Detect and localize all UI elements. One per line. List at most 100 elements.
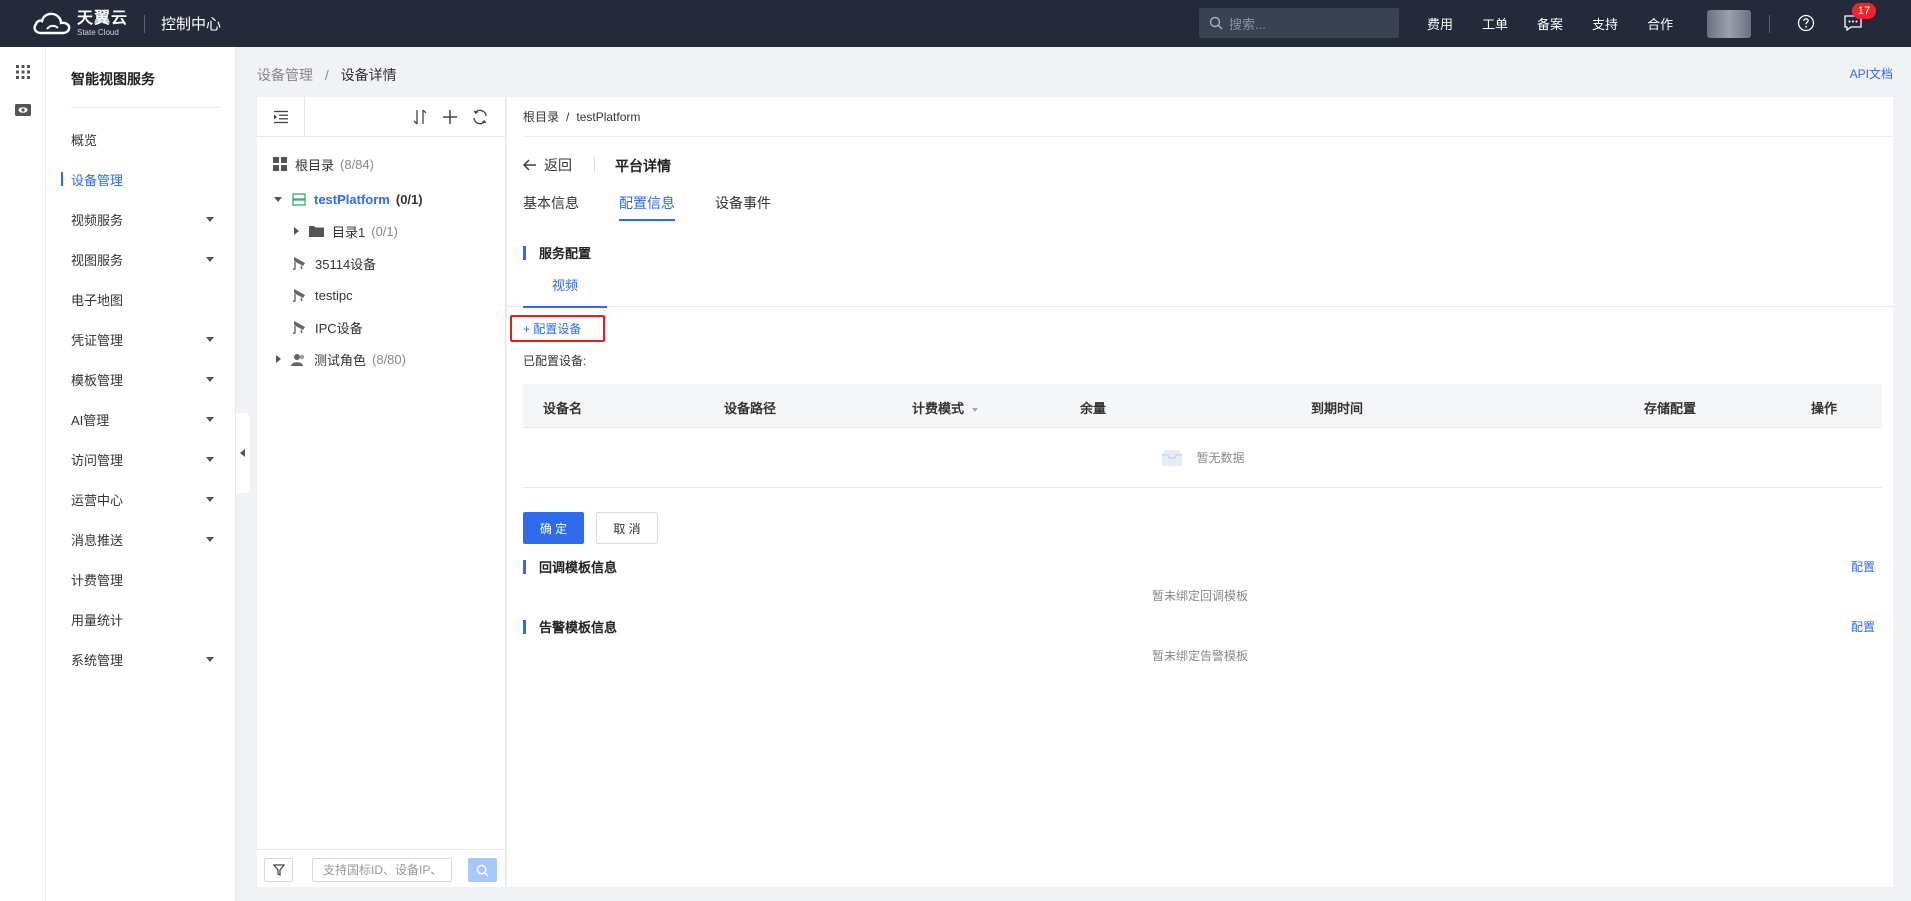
tree-node-testipc[interactable]: testipc: [292, 283, 353, 307]
tree-node-testplatform[interactable]: testPlatform (0/1): [274, 187, 423, 211]
search-icon: [476, 864, 489, 877]
user-avatar[interactable]: [1707, 10, 1751, 38]
expand-right-icon[interactable]: [294, 227, 299, 235]
refresh-icon[interactable]: [471, 108, 489, 126]
tree-node-directory1[interactable]: 目录1 (0/1): [294, 219, 398, 243]
caret-down-icon: [206, 537, 214, 542]
camera-icon: [292, 320, 307, 334]
caret-down-icon: [206, 377, 214, 382]
camera-icon: [292, 288, 307, 302]
tree-search-input[interactable]: [312, 858, 452, 882]
tree-node-count: (0/1): [395, 191, 423, 207]
sidebar-item-templates[interactable]: 模板管理: [46, 359, 236, 399]
tree-collapse-button[interactable]: [257, 97, 305, 137]
main-panel: 根目录 / testPlatform 返回 平台详情 基本信息 配置信息 设备事…: [507, 97, 1893, 887]
subtab-video[interactable]: 视频: [523, 273, 607, 308]
nav-support[interactable]: 支持: [1592, 14, 1618, 33]
sort-caret-icon[interactable]: [972, 407, 979, 412]
service-config-heading: 服务配置: [523, 243, 591, 262]
sidebar-item-video-service[interactable]: 视频服务: [46, 199, 236, 239]
column-storage: 存储配置: [1644, 401, 1697, 416]
nav-filing[interactable]: 备案: [1537, 14, 1563, 33]
page-title: 平台详情: [615, 158, 671, 174]
config-device-button[interactable]: + 配置设备: [510, 315, 605, 342]
top-bar: 天翼云 State Cloud 控制中心 搜索... 费用 工单 备案 支持 合…: [0, 0, 1911, 47]
alarm-config-link[interactable]: 配置: [1851, 618, 1875, 635]
tree-node-label: 测试角色: [314, 352, 367, 368]
section-title: 回调模板信息: [539, 560, 618, 575]
expand-right-icon[interactable]: [276, 355, 281, 363]
table-empty-text: 暂无数据: [1196, 451, 1245, 465]
video-view-icon[interactable]: [14, 101, 32, 119]
sidebar-item-billing[interactable]: 计费管理: [46, 559, 236, 599]
sidebar-collapse-handle[interactable]: [236, 413, 250, 493]
sidebar-item-device-management[interactable]: 设备管理: [46, 159, 236, 199]
sidebar-item-label: 视图服务: [71, 252, 124, 268]
tree-search-bar: [257, 849, 506, 887]
sidebar-item-ai[interactable]: AI管理: [46, 399, 236, 439]
service-subtabs: 视频: [507, 273, 1893, 308]
alarm-empty-note: 暂未绑定告警模板: [1151, 649, 1248, 663]
top-nav: 费用 工单 备案 支持 合作: [1427, 0, 1702, 47]
filter-button[interactable]: [264, 858, 293, 882]
global-search[interactable]: 搜索...: [1199, 8, 1399, 38]
platform-server-icon: [292, 192, 306, 206]
caret-down-icon: [206, 257, 214, 262]
sidebar-item-usage[interactable]: 用量统计: [46, 599, 236, 639]
sidebar-item-overview[interactable]: 概览: [46, 119, 236, 159]
sidebar-item-push[interactable]: 消息推送: [46, 519, 236, 559]
global-search-placeholder: 搜索...: [1229, 16, 1266, 32]
breadcrumb-parent[interactable]: 设备管理: [257, 67, 313, 83]
cancel-button[interactable]: 取 消: [596, 512, 658, 544]
sidebar-item-label: 运营中心: [71, 492, 124, 508]
sidebar-item-operations[interactable]: 运营中心: [46, 479, 236, 519]
sort-icon[interactable]: [411, 108, 429, 126]
sidebar-item-access[interactable]: 访问管理: [46, 439, 236, 479]
sidebar-item-system[interactable]: 系统管理: [46, 639, 236, 679]
column-billing-mode-label: 计费模式: [912, 401, 965, 416]
column-expiry: 到期时间: [1311, 401, 1364, 416]
brand-name-en: State Cloud: [77, 27, 119, 37]
nav-cooperation[interactable]: 合作: [1647, 14, 1673, 33]
path-root[interactable]: 根目录: [523, 108, 559, 125]
detail-tabs: 基本信息 配置信息 设备事件: [523, 193, 811, 221]
breadcrumb: 设备管理 / 设备详情: [257, 65, 397, 85]
sidebar-item-e-map[interactable]: 电子地图: [46, 279, 236, 319]
sidebar-item-view-service[interactable]: 视图服务: [46, 239, 236, 279]
api-doc-link[interactable]: API文档: [1850, 65, 1893, 82]
nav-tickets[interactable]: 工单: [1482, 14, 1508, 33]
add-icon[interactable]: [441, 108, 459, 126]
sidebar-item-label: 消息推送: [71, 532, 124, 548]
column-billing-mode[interactable]: 计费模式: [912, 398, 979, 417]
tree-node-test-role[interactable]: 测试角色 (8/80): [276, 347, 406, 371]
nav-fees[interactable]: 费用: [1427, 14, 1453, 33]
sidebar-item-credentials[interactable]: 凭证管理: [46, 319, 236, 359]
tab-device-events[interactable]: 设备事件: [715, 193, 771, 221]
brand-logo[interactable]: 天翼云 State Cloud: [31, 0, 128, 47]
console-title[interactable]: 控制中心: [161, 13, 221, 34]
arrow-left-icon: [523, 159, 536, 171]
tree-path-breadcrumb: 根目录 / testPlatform: [523, 97, 1893, 137]
tree-node-label: 35114设备: [315, 256, 377, 272]
path-separator: /: [566, 109, 570, 124]
expand-down-icon[interactable]: [274, 196, 282, 202]
tree-root[interactable]: 根目录 (8/84): [273, 152, 374, 176]
tab-basic-info[interactable]: 基本信息: [523, 193, 579, 221]
tree-node-35114[interactable]: 35114设备: [292, 251, 376, 275]
tree-search-button[interactable]: [468, 858, 497, 882]
back-label: 返回: [544, 157, 572, 173]
folder-icon: [309, 225, 324, 237]
help-icon[interactable]: [1797, 14, 1815, 32]
tree-node-label: IPC设备: [315, 320, 363, 336]
confirm-button[interactable]: 确 定: [523, 512, 584, 544]
caret-down-icon: [206, 337, 214, 342]
sidebar-item-label: 视频服务: [71, 212, 124, 228]
tree-node-count: (0/1): [371, 223, 398, 239]
apps-grid-icon[interactable]: [14, 63, 32, 81]
callback-config-link[interactable]: 配置: [1851, 558, 1875, 575]
back-button[interactable]: 返回: [523, 155, 572, 175]
user-group-icon: [291, 353, 306, 366]
caret-down-icon: [206, 657, 214, 662]
tree-node-ipc[interactable]: IPC设备: [292, 315, 363, 339]
tab-config-info[interactable]: 配置信息: [619, 193, 675, 221]
